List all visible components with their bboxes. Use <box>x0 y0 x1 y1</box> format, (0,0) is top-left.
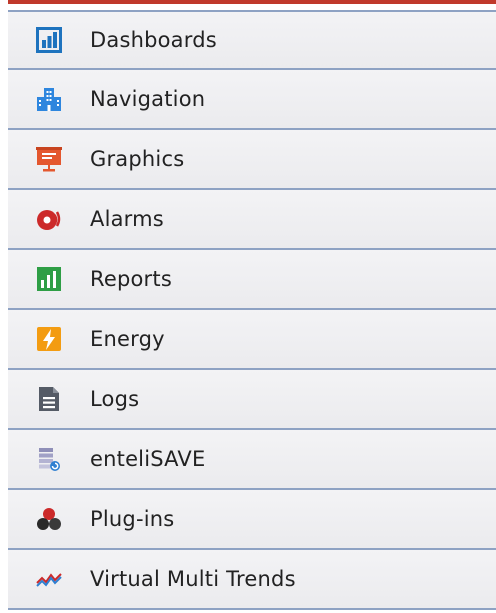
menu-label-navigation: Navigation <box>90 87 206 111</box>
menu-label-plugins: Plug-ins <box>90 507 175 531</box>
menu-item-alarms[interactable]: Alarms <box>8 190 496 250</box>
dashboard-icon <box>36 27 62 53</box>
menu-label-virtual-multi-trends: Virtual Multi Trends <box>90 567 296 591</box>
menu-item-virtual-multi-trends[interactable]: Virtual Multi Trends <box>8 550 496 610</box>
menu-item-entelisave[interactable]: enteliSAVE <box>8 430 496 490</box>
menu-item-dashboards[interactable]: Dashboards <box>8 10 496 70</box>
alarm-bell-icon <box>36 206 62 232</box>
menu-label-entelisave: enteliSAVE <box>90 447 206 471</box>
menu-label-alarms: Alarms <box>90 207 164 231</box>
nav-menu: Dashboards Navigation Graphics Alarms Re… <box>8 10 496 610</box>
menu-label-dashboards: Dashboards <box>90 28 217 52</box>
menu-item-logs[interactable]: Logs <box>8 370 496 430</box>
top-accent-bar <box>8 0 496 4</box>
menu-item-navigation[interactable]: Navigation <box>8 70 496 130</box>
plugins-icon <box>36 506 62 532</box>
presentation-icon <box>36 146 62 172</box>
menu-label-graphics: Graphics <box>90 147 185 171</box>
menu-label-logs: Logs <box>90 387 140 411</box>
menu-item-plugins[interactable]: Plug-ins <box>8 490 496 550</box>
lightning-icon <box>36 326 62 352</box>
menu-label-energy: Energy <box>90 327 165 351</box>
menu-item-energy[interactable]: Energy <box>8 310 496 370</box>
nav-menu-panel: Dashboards Navigation Graphics Alarms Re… <box>0 0 496 613</box>
report-chart-icon <box>36 266 62 292</box>
multi-trends-icon <box>36 566 62 592</box>
entelisave-icon <box>36 446 62 472</box>
menu-item-reports[interactable]: Reports <box>8 250 496 310</box>
menu-label-reports: Reports <box>90 267 172 291</box>
menu-item-graphics[interactable]: Graphics <box>8 130 496 190</box>
document-icon <box>36 386 62 412</box>
buildings-icon <box>36 86 62 112</box>
